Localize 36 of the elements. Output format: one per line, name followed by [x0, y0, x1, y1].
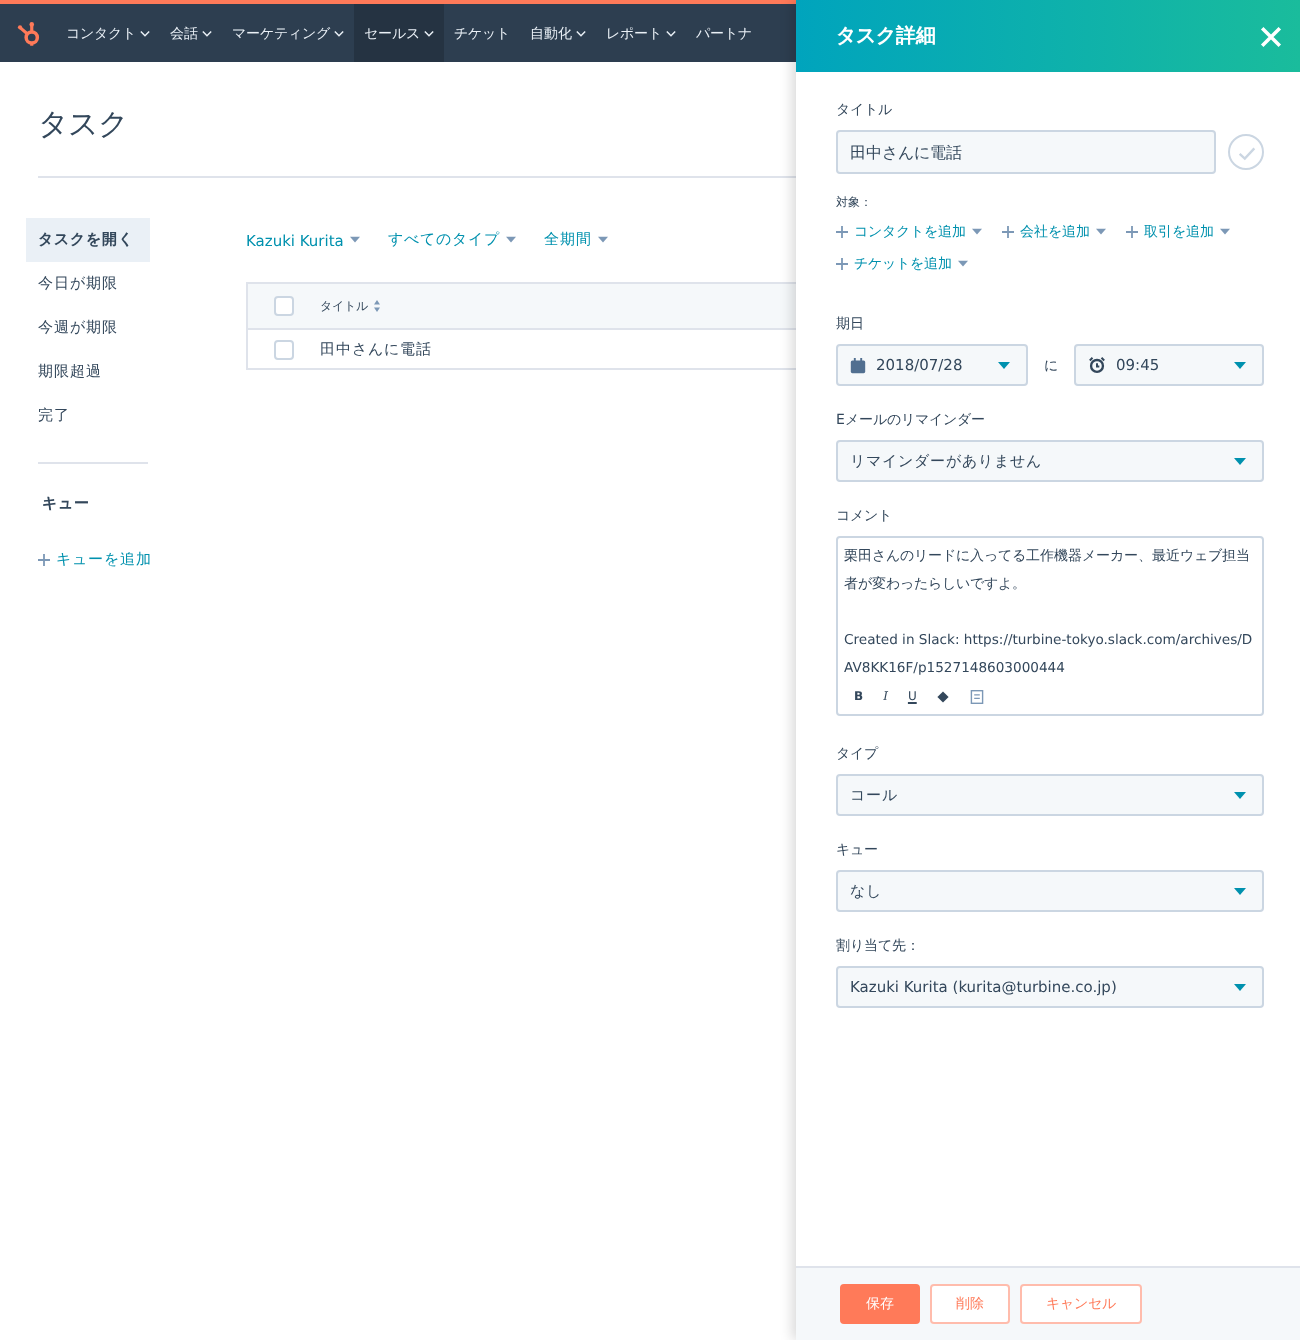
- caret-icon: [1234, 457, 1246, 465]
- caret-icon: [1234, 983, 1246, 991]
- caret-icon: [505, 236, 516, 244]
- caret-icon: [1096, 228, 1106, 236]
- row-checkbox[interactable]: [274, 339, 294, 359]
- page-title: タスク: [38, 104, 130, 146]
- panel-title: タスク詳細: [836, 23, 936, 50]
- caret-icon: [972, 228, 982, 236]
- chevron-down-icon: [140, 29, 150, 37]
- title-input-field[interactable]: 田中さんに電話: [836, 130, 1216, 174]
- calendar-icon: [850, 357, 866, 373]
- document-icon[interactable]: [970, 690, 985, 704]
- alarm-clock-icon: [1088, 356, 1106, 374]
- plus-icon: [836, 258, 848, 270]
- chevron-down-icon: [424, 29, 434, 37]
- select-all-checkbox[interactable]: [274, 296, 294, 316]
- caret-icon: [1234, 791, 1246, 799]
- sprocket-logo-icon[interactable]: [16, 19, 44, 47]
- caret-icon: [1220, 228, 1230, 236]
- chevron-down-icon: [666, 29, 676, 37]
- caret-icon: [1234, 361, 1246, 369]
- chevron-down-icon: [576, 29, 586, 37]
- plus-icon: [38, 554, 50, 566]
- caret-icon: [1234, 887, 1246, 895]
- caret-icon: [998, 361, 1010, 369]
- caret-icon: [958, 260, 968, 268]
- close-icon[interactable]: [1260, 25, 1282, 47]
- plus-icon: [836, 226, 848, 238]
- complete-check-button[interactable]: [1228, 134, 1264, 170]
- sort-icon: [374, 300, 380, 312]
- caret-icon: [597, 236, 608, 244]
- plus-icon: [1002, 226, 1014, 238]
- chevron-down-icon: [202, 29, 212, 37]
- plus-icon: [1126, 226, 1138, 238]
- caret-icon: [349, 236, 360, 244]
- chevron-down-icon: [334, 29, 344, 37]
